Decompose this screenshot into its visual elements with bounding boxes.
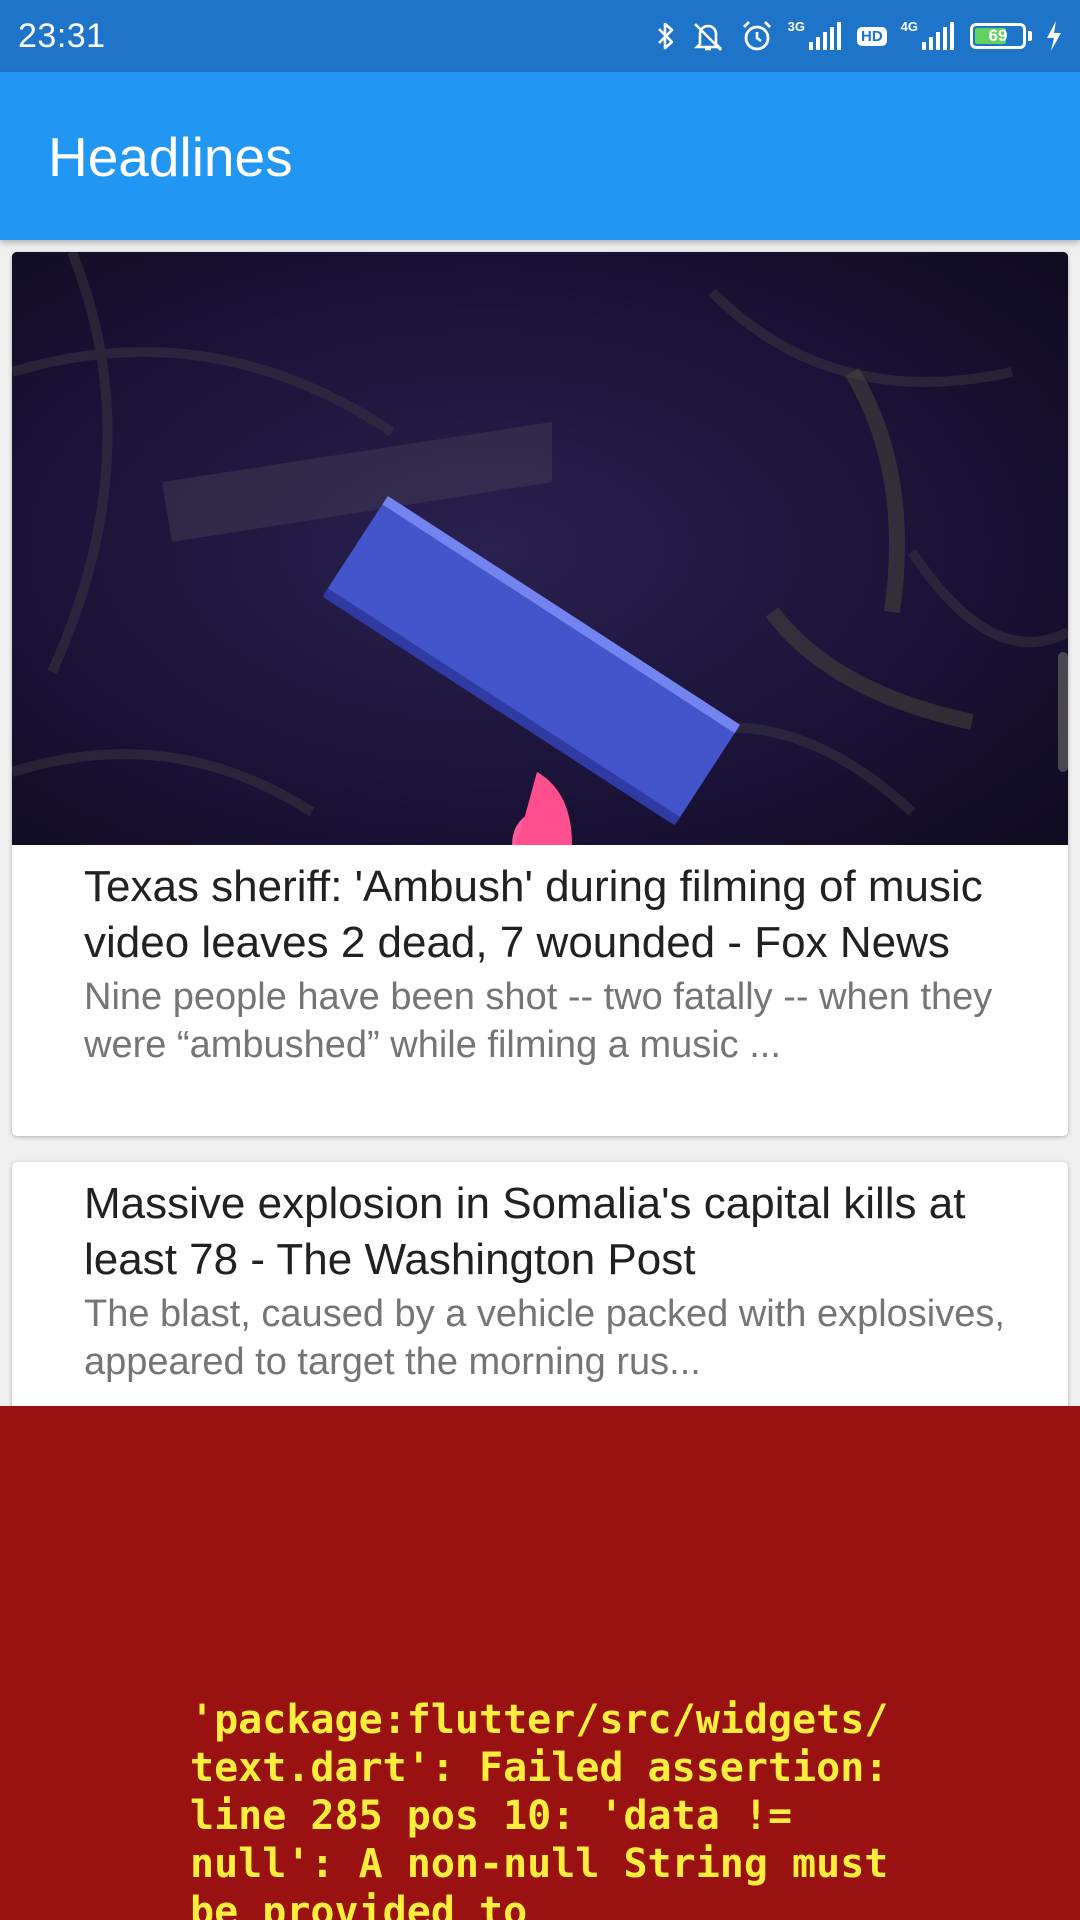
signal-icon — [922, 22, 956, 50]
battery-tip — [1028, 31, 1032, 41]
hd-icon: HD — [856, 26, 887, 46]
article-headline: Texas sheriff: 'Ambush' during filming o… — [84, 862, 983, 967]
status-bar: 23:31 3G HD 4G 69 — [0, 0, 1080, 72]
article-description: Nine people have been shot -- two fatall… — [84, 976, 993, 1066]
headlines-list[interactable]: Texas sheriff: 'Ambush' during filming o… — [0, 240, 1080, 1634]
article-headline: Massive explosion in Somalia's capital k… — [84, 1179, 966, 1284]
charging-icon — [1046, 21, 1062, 51]
page-title: Headlines — [48, 126, 293, 188]
battery-level: 69 — [988, 26, 1008, 45]
network-4g-label: 4G — [900, 18, 918, 34]
bluetooth-icon — [656, 20, 676, 52]
error-message: 'package:flutter/src/widgets/text.dart':… — [190, 1697, 913, 1920]
error-panel: 'package:flutter/src/widgets/text.dart':… — [0, 1406, 1080, 1920]
status-time: 23:31 — [18, 16, 106, 55]
article-card[interactable]: Texas sheriff: 'Ambush' during filming o… — [12, 252, 1068, 1136]
status-icons: 3G HD 4G 69 — [656, 19, 1062, 53]
article-image — [12, 252, 1068, 845]
mute-vibrate-icon — [690, 20, 726, 52]
app-bar: Headlines — [0, 72, 1080, 240]
signal-icon — [808, 22, 843, 50]
alarm-icon — [740, 19, 774, 53]
network-3g-label: 3G — [787, 18, 805, 34]
article-description: The blast, caused by a vehicle packed wi… — [84, 1293, 1005, 1383]
battery-icon: 69 — [970, 23, 1026, 49]
